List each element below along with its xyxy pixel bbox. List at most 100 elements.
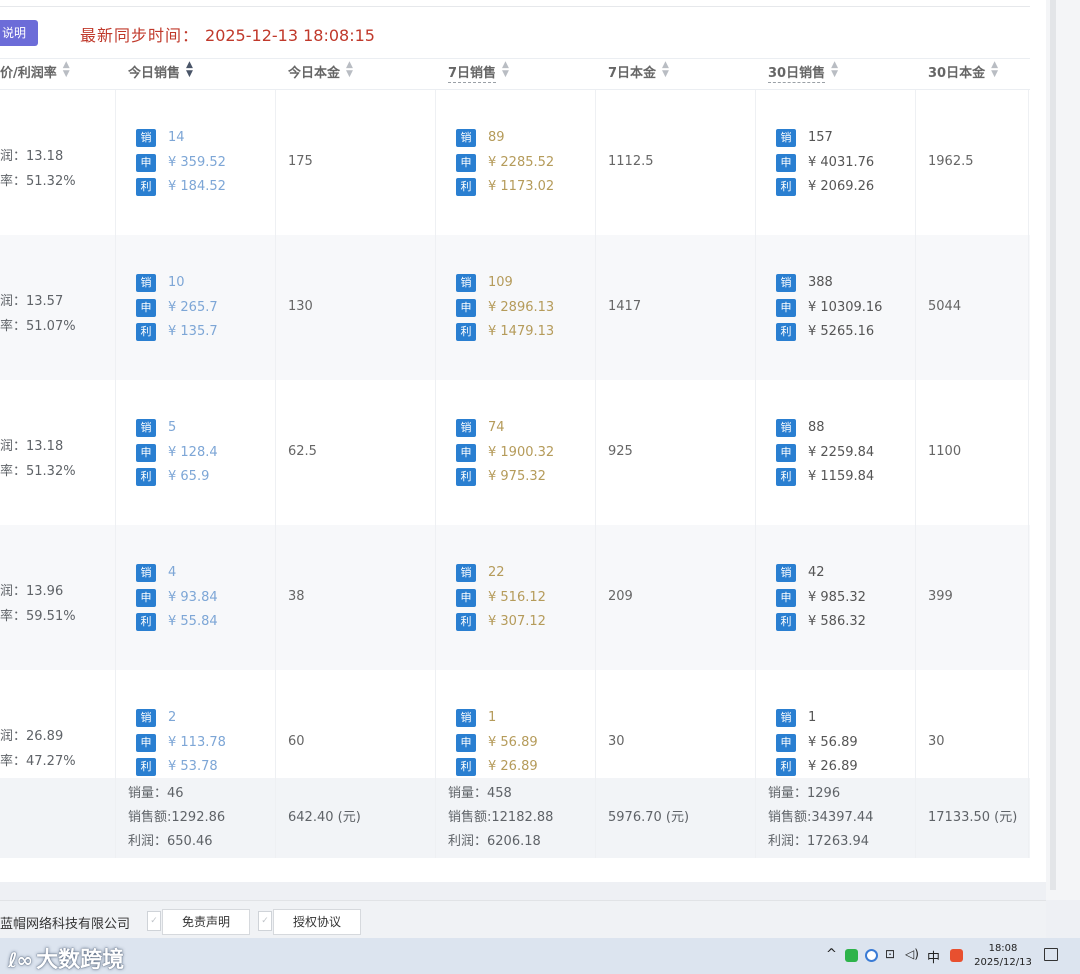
table-header: 价/利润率▲ ▼ 今日销售▲ ▼ 今日本金▲ ▼ 7日销售▲ ▼ 7日本金▲ ▼ 30日销… (0, 58, 1030, 90)
sales-stack-today: 销 14 申 ¥ 359.52 利 ¥ 184.52 (136, 128, 226, 202)
column-header-7d-cost[interactable]: 7日本金▲ ▼ (608, 59, 669, 89)
30d-cost-value: 30 (928, 734, 945, 749)
sales-stack-d30: 销 157 申 ¥ 4031.76 利 ¥ 2069.26 (776, 128, 874, 202)
badge-amount: 申 (776, 733, 796, 752)
sales-stack-d30: 销 88 申 ¥ 2259.84 利 ¥ 1159.84 (776, 418, 874, 492)
7d-cost-value: 209 (608, 589, 633, 604)
summary-today-sales: 销量：46 销售额:1292.86 利润：650.46 (128, 786, 226, 849)
summary-today-cost: 642.40 (元) (288, 810, 361, 825)
badge-amount: 申 (776, 298, 796, 317)
badge-sales: 销 (776, 564, 796, 582)
browser-icon[interactable] (865, 949, 878, 962)
badge-profit: 利 (136, 178, 156, 196)
today-cost-value: 62.5 (288, 444, 317, 459)
badge-profit: 利 (456, 468, 476, 486)
watermark: ℓ∞ 大数跨境 (8, 948, 125, 973)
30d-cost-value: 1962.5 (928, 154, 974, 169)
badge-profit: 利 (456, 613, 476, 631)
sort-icon[interactable]: ▲ ▼ (662, 61, 669, 79)
check-icon: ✓ (258, 911, 272, 931)
today-cost-value: 38 (288, 589, 305, 604)
ime-indicator[interactable]: 中 (927, 947, 940, 966)
badge-profit: 利 (456, 323, 476, 341)
badge-profit: 利 (136, 323, 156, 341)
column-header-price-rate[interactable]: 价/利润率▲ ▼ (0, 59, 70, 89)
column-divider (755, 90, 756, 858)
sort-icon[interactable]: ▲ ▼ (991, 61, 998, 79)
summary-7d-cost: 5976.70 (元) (608, 810, 690, 825)
today-cost-value: 130 (288, 299, 313, 314)
column-header-7d-sales[interactable]: 7日销售▲ ▼ (448, 59, 509, 89)
check-icon: ✓ (147, 911, 161, 931)
taskbar: ℓ∞ 大数跨境 ^ ⊡ ◁) 中 18:08 2025/12/13 (0, 938, 1080, 974)
today-cost-value: 175 (288, 154, 313, 169)
profit-rate-value: 率：51.07% (0, 319, 76, 334)
sync-label: 最新同步时间： (80, 26, 200, 45)
watermark-logo-icon: ℓ∞ (8, 948, 33, 972)
badge-sales: 销 (136, 564, 156, 582)
wechat-icon[interactable] (845, 949, 858, 962)
column-divider (595, 90, 596, 858)
badge-amount: 申 (136, 153, 156, 172)
table-row: 润：13.18 率：51.32% 销 14 申 ¥ 359.52 利 ¥ 184.52… (0, 90, 1030, 235)
sogou-ime-icon[interactable] (950, 949, 963, 962)
badge-amount: 申 (776, 443, 796, 462)
sort-icon[interactable]: ▲ ▼ (186, 61, 193, 79)
column-header-30d-cost[interactable]: 30日本金▲ ▼ (928, 59, 998, 89)
column-divider (915, 90, 916, 858)
badge-profit: 利 (776, 613, 796, 631)
column-header-30d-sales[interactable]: 30日销售▲ ▼ (768, 59, 838, 89)
summary-30d-cost: 17133.50 (元) (928, 810, 1018, 825)
sales-stack-d30: 销1 申 ¥ 56.89 利 ¥ 26.89 (776, 708, 858, 782)
column-divider (435, 90, 436, 858)
badge-profit: 利 (776, 323, 796, 341)
divider (0, 6, 1030, 7)
today-cost-value: 60 (288, 734, 305, 749)
page-footer: 蓝帽网络科技有限公司 ✓ 免责声明 ✓ 授权协议 (0, 900, 1046, 938)
disclaimer-button[interactable]: 免责声明 (162, 909, 250, 935)
badge-sales: 销 (456, 274, 476, 292)
badge-amount: 申 (136, 733, 156, 752)
column-header-today-cost[interactable]: 今日本金▲ ▼ (288, 59, 353, 89)
sales-stack-d7: 销 89 申 ¥ 2285.52 利 ¥ 1173.02 (456, 128, 554, 202)
profit-value: 润：13.18 (0, 439, 64, 454)
profit-rate-value: 率：51.32% (0, 464, 76, 479)
license-button[interactable]: 授权协议 (273, 909, 361, 935)
volume-icon[interactable]: ◁) (905, 947, 919, 961)
sort-icon[interactable]: ▲ ▼ (346, 61, 353, 79)
7d-cost-value: 1417 (608, 299, 642, 314)
profit-value: 润：26.89 (0, 729, 64, 744)
network-icon[interactable]: ⊡ (885, 947, 895, 961)
badge-amount: 申 (456, 588, 476, 607)
7d-cost-value: 30 (608, 734, 625, 749)
sort-icon[interactable]: ▲ ▼ (831, 61, 838, 79)
7d-cost-value: 1112.5 (608, 154, 654, 169)
chevron-up-icon[interactable]: ^ (826, 947, 837, 962)
7d-cost-value: 925 (608, 444, 633, 459)
badge-sales: 销 (136, 129, 156, 147)
profit-rate-value: 率：59.51% (0, 609, 76, 624)
badge-amount: 申 (136, 298, 156, 317)
badge-profit: 利 (776, 178, 796, 196)
badge-profit: 利 (136, 613, 156, 631)
vertical-scrollbar[interactable] (1050, 0, 1056, 890)
profit-value: 润：13.57 (0, 294, 64, 309)
sort-icon[interactable]: ▲ ▼ (63, 61, 70, 79)
badge-sales: 销 (456, 419, 476, 437)
sales-stack-d7: 销1 申 ¥ 56.89 利 ¥ 26.89 (456, 708, 538, 782)
badge-amount: 申 (456, 298, 476, 317)
main-panel: 说明 最新同步时间： 2025-12-13 18:08:15 价/利润率▲ ▼ 今日… (0, 0, 1046, 882)
badge-sales: 销 (776, 419, 796, 437)
taskbar-clock[interactable]: 18:08 2025/12/13 (974, 942, 1032, 970)
badge-sales: 销 (136, 419, 156, 437)
sort-icon[interactable]: ▲ ▼ (502, 61, 509, 79)
notification-icon[interactable] (1044, 948, 1058, 961)
sales-stack-today: 销2 申 ¥ 113.78 利 ¥ 53.78 (136, 708, 226, 782)
badge-sales: 销 (456, 564, 476, 582)
sales-stack-d7: 销 22 申 ¥ 516.12 利 ¥ 307.12 (456, 563, 546, 637)
summary-7d-sales: 销量：458 销售额:12182.88 利润：6206.18 (448, 786, 554, 849)
info-button[interactable]: 说明 (0, 20, 38, 46)
column-header-today-sales[interactable]: 今日销售▲ ▼ (128, 59, 193, 89)
sales-stack-d7: 销 109 申 ¥ 2896.13 利 ¥ 1479.13 (456, 273, 554, 347)
30d-cost-value: 5044 (928, 299, 962, 314)
